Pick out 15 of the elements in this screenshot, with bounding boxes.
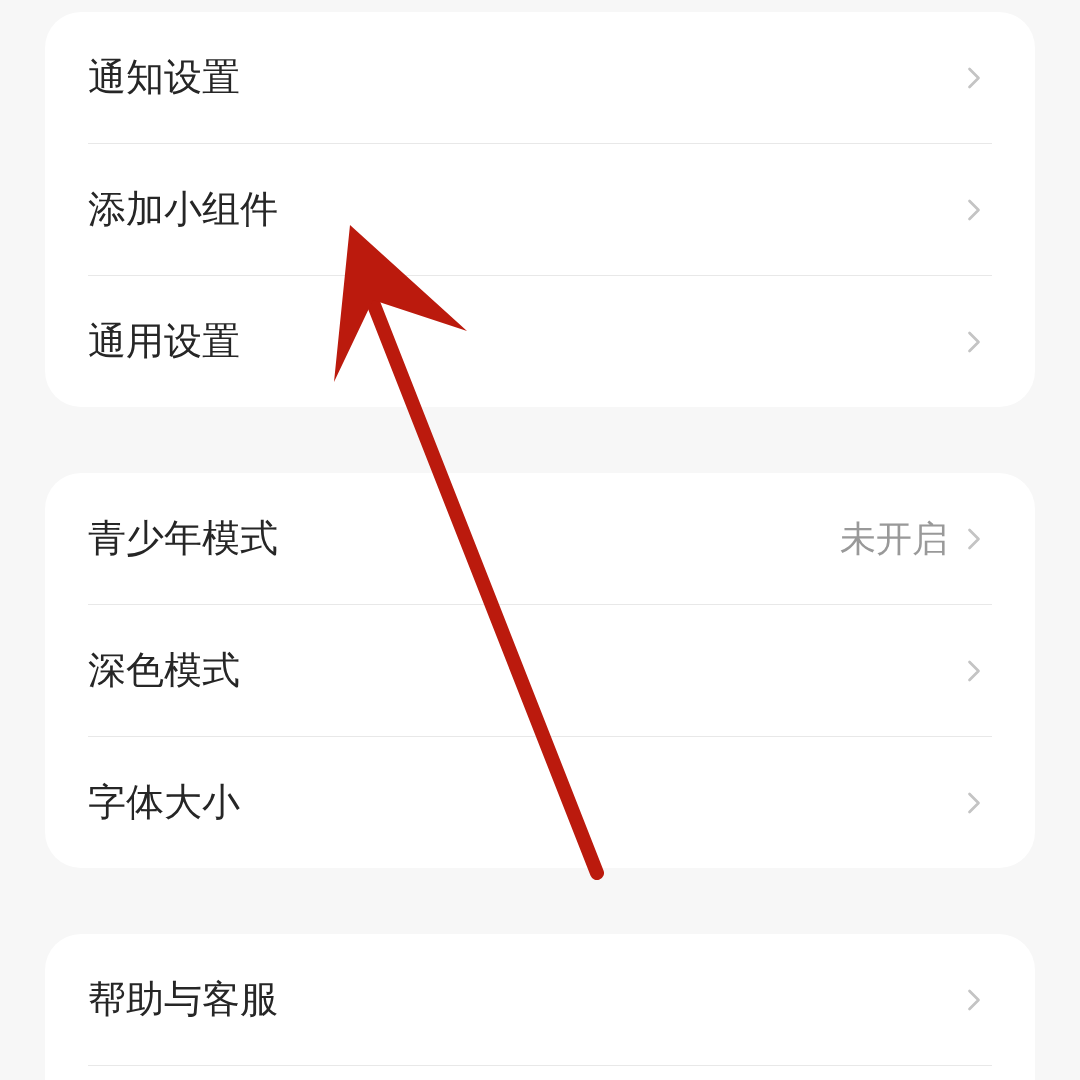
- settings-row[interactable]: 通知设置: [88, 12, 992, 143]
- settings-row[interactable]: 通用设置: [88, 276, 992, 407]
- row-label: 青少年模式: [88, 515, 278, 562]
- settings-row[interactable]: 青少年模式 未开启: [88, 473, 992, 604]
- row-label: 深色模式: [88, 647, 240, 694]
- row-label: 添加小组件: [88, 186, 278, 233]
- row-label: 通用设置: [88, 318, 240, 365]
- settings-row[interactable]: 字体大小: [88, 737, 992, 868]
- settings-row[interactable]: 深色模式: [88, 605, 992, 736]
- row-value: 未开启: [840, 516, 948, 561]
- row-label: 通知设置: [88, 54, 240, 101]
- settings-row[interactable]: 添加小组件: [88, 144, 992, 275]
- settings-row[interactable]: 帮助与客服: [88, 934, 992, 1065]
- row-label: 字体大小: [88, 779, 240, 826]
- row-label: 帮助与客服: [88, 976, 278, 1023]
